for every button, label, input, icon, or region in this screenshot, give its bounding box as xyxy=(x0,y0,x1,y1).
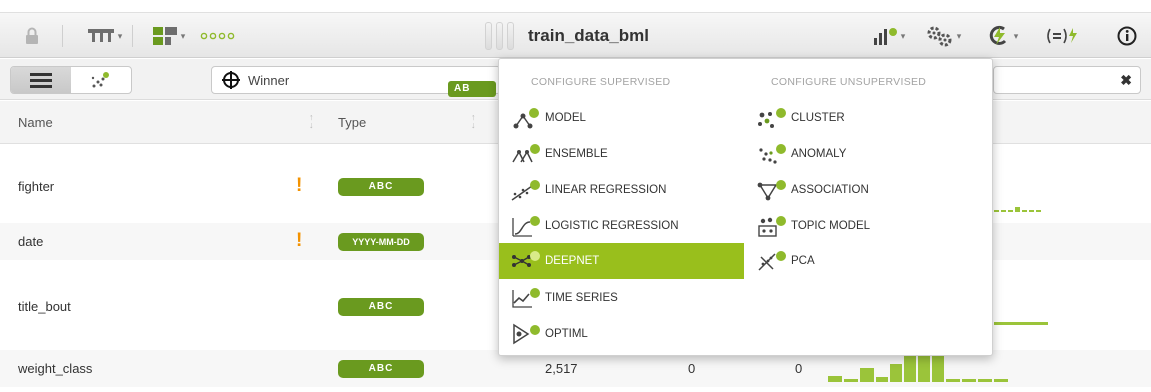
dots-icon[interactable] xyxy=(198,13,238,59)
ensemble-icon xyxy=(509,140,543,168)
menu-item-label: ANOMALY xyxy=(791,148,847,160)
sort-icon[interactable]: ↑ ↓ xyxy=(309,113,314,130)
menu-item-label: MODEL xyxy=(545,112,586,124)
field-name: title_bout xyxy=(18,299,71,314)
field-name: fighter xyxy=(18,179,55,194)
pca-icon xyxy=(755,247,789,275)
deepnet-icon xyxy=(509,247,543,275)
histogram[interactable] xyxy=(994,207,1041,212)
name-column-header[interactable]: Name xyxy=(18,101,53,144)
type-badge: ABC xyxy=(338,178,424,196)
menu-item-topic-model[interactable]: TOPIC MODEL xyxy=(755,208,985,244)
cluster-icon xyxy=(755,104,789,132)
optiml-icon xyxy=(509,320,543,348)
menu-item-deepnet[interactable]: DEEPNET xyxy=(499,243,744,279)
field-name: weight_class xyxy=(18,361,93,376)
one-click-icon[interactable]: ▾ xyxy=(980,13,1024,59)
dataset-transform-icon[interactable]: ▾ xyxy=(80,13,128,59)
menu-item-logistic-regression[interactable]: LOGISTIC REGRESSION xyxy=(509,208,744,244)
model-icon xyxy=(509,104,543,132)
menu-item-label: CLUSTER xyxy=(791,112,845,124)
menu-item-label: TOPIC MODEL xyxy=(791,220,871,232)
association-icon xyxy=(755,176,789,204)
type-column-header[interactable]: Type xyxy=(338,101,366,144)
field-name: date xyxy=(18,234,44,249)
chart-icon[interactable]: ▾ xyxy=(868,13,910,59)
scatter-view-button[interactable] xyxy=(71,67,131,93)
top-toolbar: ▾ ▾ train_data_bml ▾ ▾ ▾ xyxy=(0,12,1151,58)
menu-item-optiml[interactable]: OPTIML xyxy=(509,316,744,352)
type-badge: YYYY-MM-DD xyxy=(338,233,424,251)
objective-field-label: Winner xyxy=(248,72,290,88)
time-series-icon xyxy=(509,284,543,312)
info-icon[interactable] xyxy=(1116,13,1138,59)
filter-icon[interactable]: ▾ xyxy=(146,13,190,59)
dataset-title: train_data_bml xyxy=(528,26,649,45)
view-toggle xyxy=(10,66,132,94)
toolbar-separator xyxy=(62,25,63,47)
topic-model-icon xyxy=(755,212,789,240)
menu-item-time-series[interactable]: TIME SERIES xyxy=(509,280,744,316)
menu-item-label: DEEPNET xyxy=(545,255,600,267)
linear-regression-icon xyxy=(509,176,543,204)
histogram[interactable] xyxy=(828,356,1008,382)
unsupervised-heading: CONFIGURE UNSUPERVISED xyxy=(771,76,927,88)
configure-icon[interactable]: ▾ xyxy=(920,13,966,59)
toolbar-separator xyxy=(132,25,133,47)
menu-item-ensemble[interactable]: ENSEMBLE xyxy=(509,136,744,172)
menu-item-label: ASSOCIATION xyxy=(791,184,869,196)
formula-icon[interactable] xyxy=(1040,13,1084,59)
type-badge: ABC xyxy=(338,298,424,316)
warning-icon[interactable]: ! xyxy=(296,231,302,251)
menu-item-association[interactable]: ASSOCIATION xyxy=(755,172,985,208)
drag-handle[interactable] xyxy=(482,22,516,50)
type-badge: ABC xyxy=(338,360,424,378)
histogram[interactable] xyxy=(994,322,1048,325)
menu-item-anomaly[interactable]: ANOMALY xyxy=(755,136,985,172)
supervised-heading: CONFIGURE SUPERVISED xyxy=(531,76,671,88)
list-icon xyxy=(30,73,52,88)
sort-icon[interactable]: ↑ ↓ xyxy=(471,113,476,130)
lock-icon[interactable] xyxy=(22,13,42,59)
menu-item-label: OPTIML xyxy=(545,328,588,340)
menu-item-cluster[interactable]: CLUSTER xyxy=(755,100,985,136)
logistic-regression-icon xyxy=(509,212,543,240)
menu-item-model[interactable]: MODEL xyxy=(509,100,744,136)
menu-item-label: PCA xyxy=(791,255,815,267)
menu-item-label: ENSEMBLE xyxy=(545,148,608,160)
scatter-icon xyxy=(91,72,109,88)
menu-item-label: TIME SERIES xyxy=(545,292,618,304)
objective-type-badge: AB xyxy=(448,81,496,97)
search-input[interactable]: ✖ xyxy=(993,66,1141,94)
target-icon xyxy=(222,71,240,89)
configure-dropdown-menu: CONFIGURE SUPERVISED CONFIGURE UNSUPERVI… xyxy=(498,58,993,356)
menu-item-linear-regression[interactable]: LINEAR REGRESSION xyxy=(509,172,744,208)
list-view-button[interactable] xyxy=(11,67,71,93)
menu-item-label: LOGISTIC REGRESSION xyxy=(545,220,679,232)
clear-search-icon[interactable]: ✖ xyxy=(1120,72,1132,89)
anomaly-icon xyxy=(755,140,789,168)
menu-item-label: LINEAR REGRESSION xyxy=(545,184,667,196)
menu-item-pca[interactable]: PCA xyxy=(755,243,985,279)
warning-icon[interactable]: ! xyxy=(296,176,302,196)
